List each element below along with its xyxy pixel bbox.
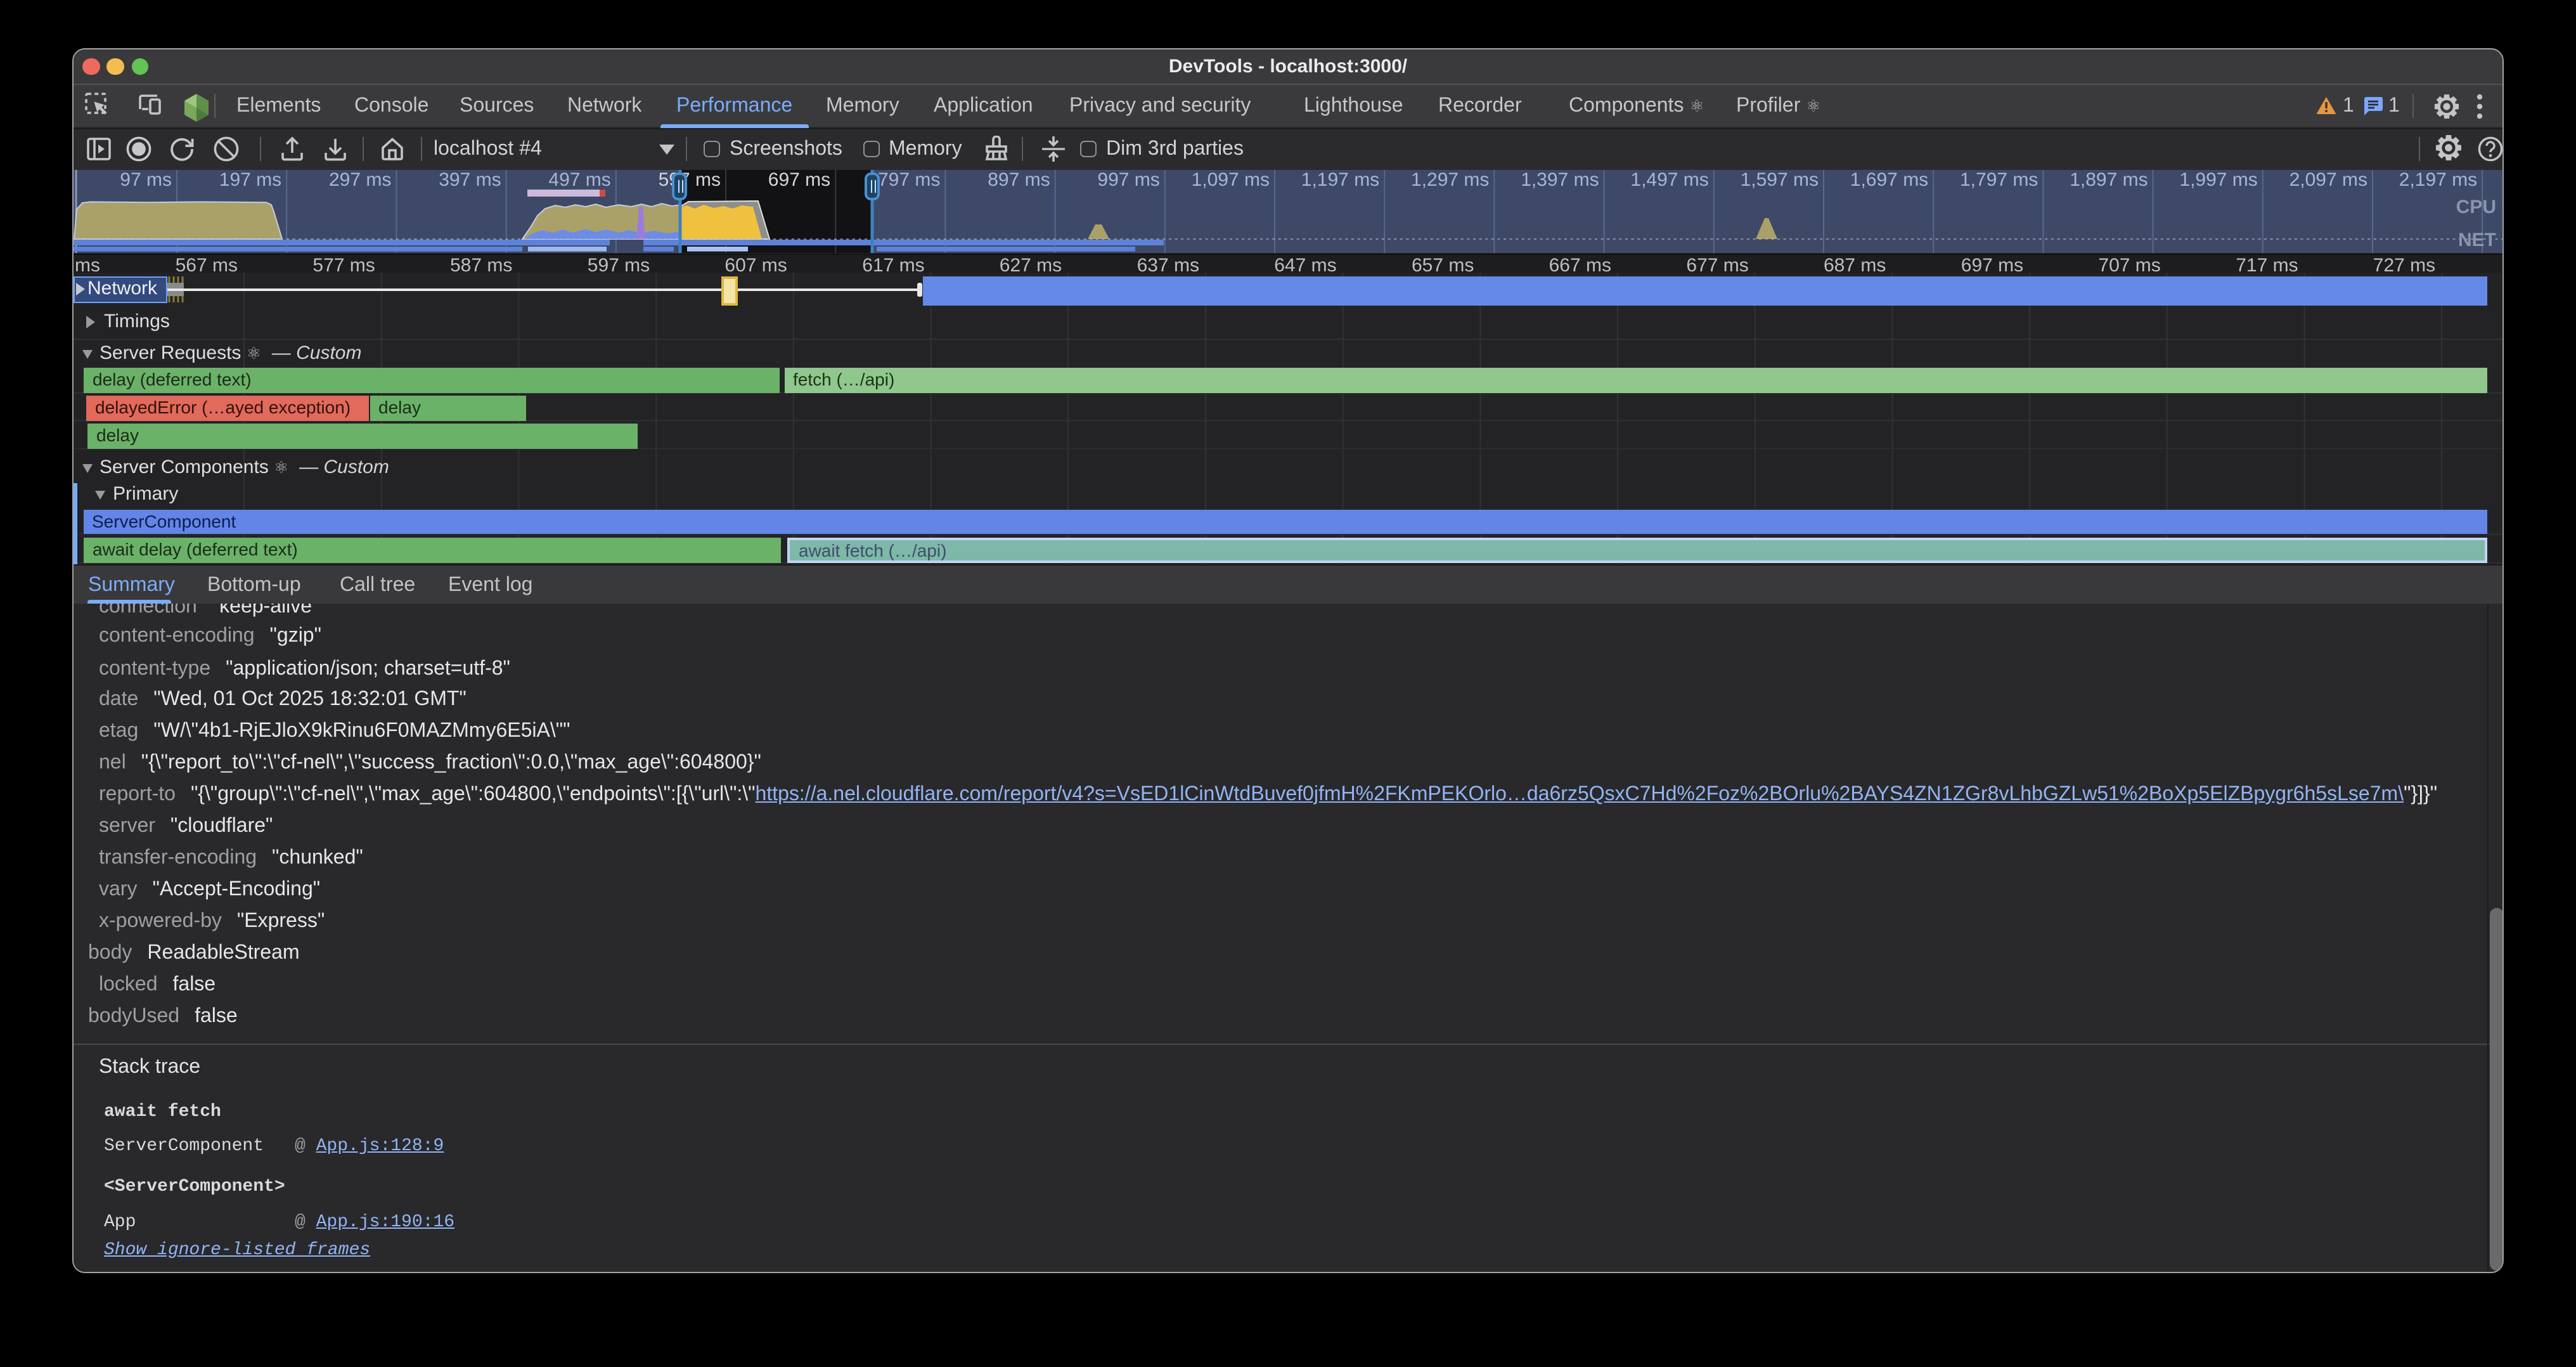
svg-text:697 ms: 697 ms: [768, 170, 830, 190]
svg-text:1,397 ms: 1,397 ms: [1521, 170, 1599, 190]
svg-text:97 ms: 97 ms: [120, 170, 172, 190]
svg-text:997 ms: 997 ms: [1097, 170, 1159, 190]
svg-text:797 ms: 797 ms: [878, 170, 940, 190]
svg-text:197 ms: 197 ms: [219, 170, 281, 190]
svg-text:637 ms: 637 ms: [1137, 254, 1199, 274]
svg-text:717 ms: 717 ms: [2236, 254, 2298, 274]
svg-text:CPU: CPU: [2456, 197, 2496, 217]
svg-text:627 ms: 627 ms: [1000, 254, 1062, 274]
svg-text:497 ms: 497 ms: [548, 170, 610, 190]
svg-text:1,297 ms: 1,297 ms: [1411, 170, 1489, 190]
svg-text:657 ms: 657 ms: [1412, 254, 1474, 274]
svg-text:707 ms: 707 ms: [2098, 254, 2160, 274]
svg-text:647 ms: 647 ms: [1274, 254, 1336, 274]
svg-text:297 ms: 297 ms: [329, 170, 391, 190]
svg-text:607 ms: 607 ms: [724, 254, 787, 274]
svg-text:1,797 ms: 1,797 ms: [1960, 170, 2038, 190]
svg-text:667 ms: 667 ms: [1549, 254, 1611, 274]
svg-text:1,097 ms: 1,097 ms: [1192, 170, 1270, 190]
svg-text:1,997 ms: 1,997 ms: [2179, 170, 2257, 190]
svg-text:1,597 ms: 1,597 ms: [1741, 170, 1819, 190]
svg-text:597 ms: 597 ms: [659, 170, 721, 190]
svg-text:687 ms: 687 ms: [1824, 254, 1886, 274]
svg-text:617 ms: 617 ms: [862, 254, 924, 274]
svg-text:1,497 ms: 1,497 ms: [1630, 170, 1708, 190]
svg-text:597 ms: 597 ms: [588, 254, 650, 274]
svg-text:727 ms: 727 ms: [2373, 254, 2435, 274]
svg-text:577 ms: 577 ms: [312, 254, 375, 274]
svg-text:2,097 ms: 2,097 ms: [2289, 170, 2367, 190]
svg-text:567 ms: 567 ms: [176, 254, 238, 274]
svg-text:897 ms: 897 ms: [988, 170, 1050, 190]
svg-text:NET: NET: [2458, 230, 2496, 250]
svg-text:1,197 ms: 1,197 ms: [1301, 170, 1379, 190]
svg-text:1,697 ms: 1,697 ms: [1850, 170, 1928, 190]
svg-text:697 ms: 697 ms: [1961, 254, 2023, 274]
svg-text:2,197 ms: 2,197 ms: [2399, 170, 2477, 190]
svg-text:587 ms: 587 ms: [450, 254, 512, 274]
svg-text:ms: ms: [75, 254, 100, 274]
svg-text:397 ms: 397 ms: [439, 170, 501, 190]
svg-text:677 ms: 677 ms: [1686, 254, 1748, 274]
svg-text:1,897 ms: 1,897 ms: [2070, 170, 2148, 190]
